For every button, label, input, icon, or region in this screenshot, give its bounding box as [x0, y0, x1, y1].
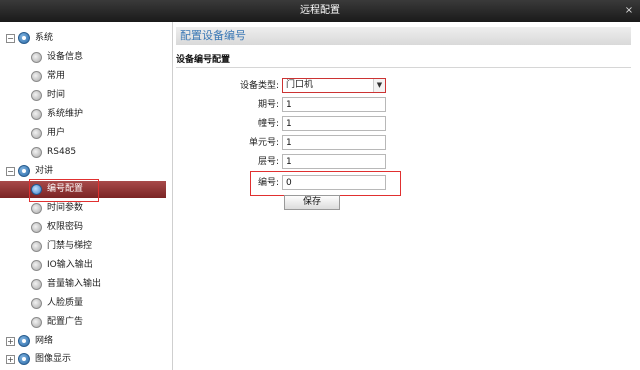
collapse-icon[interactable]: −	[6, 167, 15, 176]
sidebar-item-label: 配置广告	[47, 317, 84, 327]
settings-icon	[18, 32, 30, 44]
gear-icon	[31, 279, 42, 290]
gear-icon	[31, 203, 42, 214]
tree-group-label: 图像显示	[35, 354, 72, 364]
sidebar-item-label: 设备信息	[47, 52, 84, 62]
tree-group-label: 系统	[35, 33, 54, 43]
tree-group-label: 网络	[35, 336, 54, 346]
subsection-title: 设备编号配置	[176, 52, 631, 68]
collapse-icon[interactable]: −	[6, 34, 15, 43]
device-type-label: 设备类型:	[239, 81, 279, 91]
number-row: 编号:	[173, 175, 640, 191]
sidebar-item-label: 门禁与梯控	[47, 241, 93, 251]
device-type-select[interactable]: 门口机 ▼	[282, 78, 386, 93]
device-type-row: 设备类型: 门口机 ▼	[173, 78, 640, 94]
settings-icon	[18, 165, 30, 177]
sidebar-item-label: 系统维护	[47, 109, 84, 119]
sidebar-item-label: IO输入输出	[47, 260, 93, 270]
gear-icon	[31, 109, 42, 120]
gear-icon	[31, 184, 42, 195]
main-panel: 配置设备编号 设备编号配置 设备类型: 门口机 ▼ 期号: 幢号: 单元号: 层…	[173, 22, 640, 370]
building-input[interactable]	[282, 116, 386, 131]
gear-icon	[31, 90, 42, 101]
window-title: 远程配置	[300, 5, 340, 16]
expand-icon[interactable]: +	[6, 337, 15, 346]
sidebar-item-label: 用户	[47, 128, 66, 138]
sidebar-item-label: 权限密码	[47, 222, 84, 232]
sidebar-item-label: 时间	[47, 90, 66, 100]
settings-icon	[18, 353, 30, 365]
gear-icon	[31, 52, 42, 63]
sidebar-item-label: 时间参数	[47, 203, 84, 213]
sidebar-item-label: 人脸质量	[47, 298, 84, 308]
gear-icon	[31, 147, 42, 158]
gear-icon	[31, 128, 42, 139]
close-icon[interactable]: ×	[624, 0, 634, 22]
floor-input[interactable]	[282, 154, 386, 169]
period-label: 期号:	[257, 100, 279, 110]
expand-icon[interactable]: +	[6, 355, 15, 364]
tree-group-label: 对讲	[35, 166, 54, 176]
unit-row: 单元号:	[173, 135, 640, 151]
sidebar-item-label: 常用	[47, 71, 66, 81]
device-type-value: 门口机	[286, 80, 314, 90]
save-button[interactable]: 保存	[284, 195, 340, 210]
section-title: 配置设备编号	[176, 27, 631, 45]
period-row: 期号:	[173, 97, 640, 113]
period-input[interactable]	[282, 97, 386, 112]
window-titlebar: 远程配置 ×	[0, 0, 640, 22]
sidebar-tree: − 系统 设备信息 常用 时间 系统维护 用户 RS485 − 对讲 编号配置 …	[0, 22, 173, 370]
settings-icon	[18, 335, 30, 347]
number-input[interactable]	[282, 175, 386, 190]
sidebar-item-label: RS485	[47, 147, 77, 157]
sidebar-item-label: 编号配置	[47, 184, 84, 194]
gear-icon	[31, 298, 42, 309]
chevron-down-icon[interactable]: ▼	[373, 79, 385, 92]
building-label: 幢号:	[257, 119, 279, 129]
gear-icon	[31, 317, 42, 328]
gear-icon	[31, 241, 42, 252]
gear-icon	[31, 71, 42, 82]
floor-label: 层号:	[257, 157, 279, 167]
floor-row: 层号:	[173, 154, 640, 170]
building-row: 幢号:	[173, 116, 640, 132]
number-label: 编号:	[257, 178, 279, 188]
gear-icon	[31, 260, 42, 271]
unit-input[interactable]	[282, 135, 386, 150]
gear-icon	[31, 222, 42, 233]
sidebar-item-label: 音量输入输出	[47, 279, 102, 289]
unit-label: 单元号:	[248, 138, 279, 148]
sidebar-item-numbering[interactable]: 编号配置	[0, 181, 166, 198]
